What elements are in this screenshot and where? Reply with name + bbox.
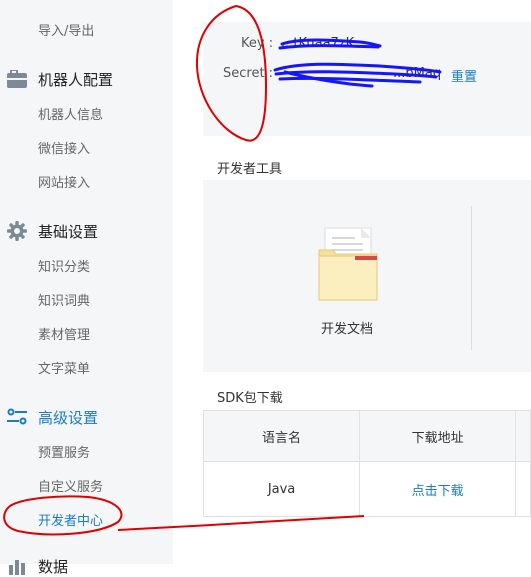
- document-folder-icon[interactable]: [317, 226, 381, 306]
- sidebar-item-custom-service[interactable]: 自定义服务: [38, 480, 103, 496]
- gear-icon: [6, 220, 28, 242]
- table-header-row: 语言名 下载地址: [202, 410, 531, 462]
- cell-language: Java: [202, 461, 361, 517]
- reset-link[interactable]: 重置: [451, 66, 477, 85]
- sidebar-item-text-menu[interactable]: 文字菜单: [38, 362, 90, 378]
- column-header-download: 下载地址: [359, 410, 517, 462]
- sidebar-item-developer-center[interactable]: 开发者中心: [38, 514, 103, 530]
- download-link[interactable]: 点击下载: [359, 461, 517, 517]
- sdk-table: 语言名 下载地址 Java 点击下载: [202, 410, 531, 517]
- sidebar: 导入/导出 机器人配置 机器人信息 微信接入 网站接入 基础设置 知识分类 知识…: [0, 0, 173, 576]
- tools-divider: [471, 206, 472, 350]
- sidebar-group-label: 数据: [38, 557, 69, 576]
- key-label: Key :: [241, 36, 274, 51]
- chart-icon: [6, 555, 28, 577]
- dev-tools-panel: 开发文档: [203, 180, 531, 372]
- sidebar-group-label: 高级设置: [38, 408, 99, 427]
- sidebar-group-label: 基础设置: [38, 222, 99, 241]
- sliders-icon: [6, 406, 28, 428]
- table-row: Java 点击下载: [202, 461, 531, 517]
- sidebar-item-preset-service[interactable]: 预置服务: [38, 446, 90, 462]
- sidebar-item-import-export[interactable]: 导入/导出: [38, 24, 94, 40]
- sdk-title: SDK包下载: [217, 391, 283, 406]
- secret-value: ...bMaq: [393, 66, 442, 81]
- sidebar-group-robot-config[interactable]: 机器人配置: [6, 68, 113, 90]
- secret-label: Secret :: [223, 66, 274, 81]
- briefcase-icon: [6, 68, 28, 90]
- sidebar-item-robot-info[interactable]: 机器人信息: [38, 108, 103, 124]
- sidebar-item-knowledge-category[interactable]: 知识分类: [38, 260, 90, 276]
- sidebar-item-website-access[interactable]: 网站接入: [38, 176, 90, 192]
- key-value: ...tKuaa7zK: [281, 36, 355, 51]
- dev-tools-title: 开发者工具: [217, 162, 283, 177]
- sidebar-group-data[interactable]: 数据: [6, 555, 68, 577]
- sidebar-item-knowledge-dictionary[interactable]: 知识词典: [38, 294, 90, 310]
- cell-extra: [515, 461, 531, 517]
- sidebar-group-basic-settings[interactable]: 基础设置: [6, 220, 98, 242]
- column-header-extra: [515, 410, 531, 462]
- main-content: Key : ...tKuaa7zK Secret : ...bMaq 重置 开发…: [173, 0, 531, 564]
- sidebar-group-label: 机器人配置: [38, 70, 114, 89]
- credentials-panel: Key : ...tKuaa7zK Secret : ...bMaq 重置: [203, 22, 531, 136]
- sidebar-item-material-management[interactable]: 素材管理: [38, 328, 90, 344]
- dev-docs-label[interactable]: 开发文档: [321, 318, 373, 337]
- sidebar-item-wechat-access[interactable]: 微信接入: [38, 142, 90, 158]
- sidebar-group-advanced-settings[interactable]: 高级设置: [6, 406, 98, 428]
- column-header-language: 语言名: [202, 410, 361, 462]
